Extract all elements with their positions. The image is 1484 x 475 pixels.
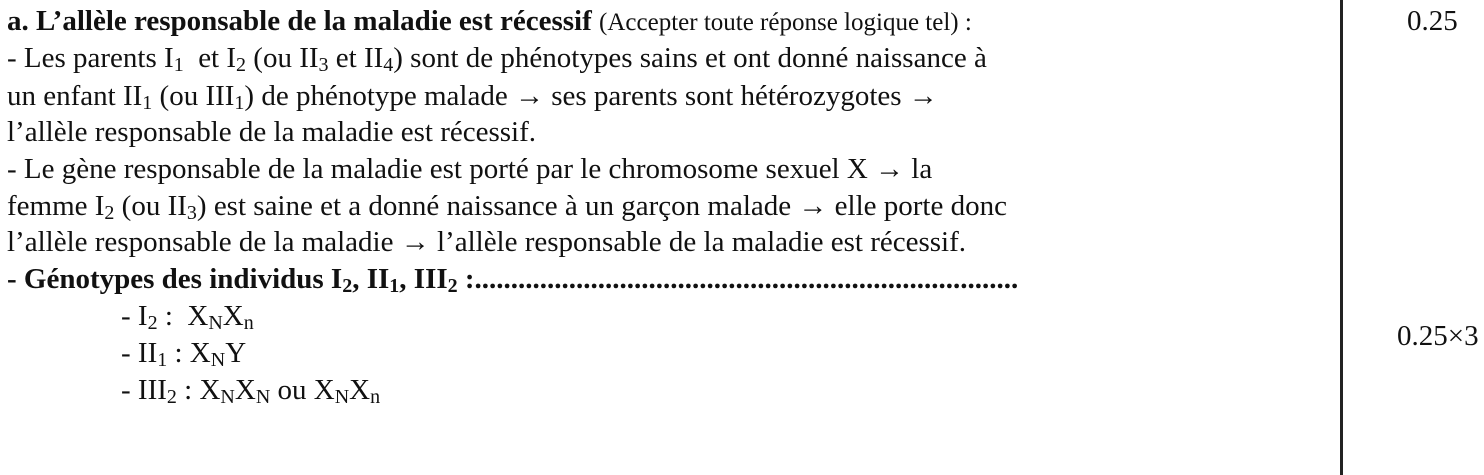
genotype-individual-index: 2 bbox=[166, 386, 177, 408]
argument-1-line-3: l’allèle responsable de la maladie est r… bbox=[7, 116, 537, 148]
genotype-allele-subscript: N bbox=[334, 386, 350, 408]
heading-label: a. bbox=[7, 5, 29, 37]
genotypes-title: - Génotypes des individus I2, II1, III2 … bbox=[7, 263, 1019, 297]
argument-2-line-2: femme I2 (ou II3) est saine et a donné n… bbox=[7, 190, 1007, 224]
genotype-separator: : bbox=[167, 337, 190, 369]
genotype-individual-index: 1 bbox=[157, 349, 168, 371]
genotype-individual: - II bbox=[121, 337, 158, 369]
genotype-allele-subscript: N bbox=[220, 386, 235, 408]
genotype-allele: X bbox=[349, 374, 371, 406]
genotype-allele-subscript: n bbox=[243, 312, 254, 334]
argument-2-line-3: l’allèle responsable de la maladie → l’a… bbox=[7, 226, 966, 258]
genotype-individual-index: 2 bbox=[147, 312, 158, 334]
genotype-item: - II1 : XNY bbox=[121, 336, 246, 370]
heading-title: L’allèle responsable de la maladie est r… bbox=[36, 5, 592, 37]
argument-1-line-1: - Les parents I1 et I2 (ou II3 et II4) s… bbox=[7, 42, 987, 76]
genotype-item: - III2 : XNXN ou XNXn bbox=[121, 373, 380, 407]
answer-key-document: a. L’allèle responsable de la maladie es… bbox=[0, 0, 1484, 475]
genotype-allele-subscript: N bbox=[210, 349, 226, 371]
genotype-allele: X bbox=[313, 374, 335, 406]
genotype-allele: ou bbox=[270, 374, 314, 406]
genotype-separator: : bbox=[176, 374, 200, 406]
genotype-allele: X bbox=[189, 337, 211, 369]
genotype-allele: Y bbox=[225, 337, 247, 369]
column-divider bbox=[1340, 0, 1343, 475]
argument-2-line-1: - Le gène responsable de la maladie est … bbox=[7, 153, 933, 185]
genotype-allele-subscript: n bbox=[370, 386, 381, 408]
argument-1-line-2: un enfant II1 (ou III1) de phénotype mal… bbox=[7, 80, 938, 114]
genotype-allele: X bbox=[199, 374, 221, 406]
heading-line: a. L’allèle responsable de la maladie es… bbox=[7, 4, 972, 40]
genotype-allele: X bbox=[222, 300, 244, 332]
genotype-allele: X bbox=[187, 300, 209, 332]
score-genotypes: 0.25×3 bbox=[1397, 320, 1479, 352]
genotype-allele-subscript: N bbox=[255, 386, 271, 408]
heading-note: (Accepter toute réponse logique tel) : bbox=[599, 9, 972, 36]
genotype-item: - I2 : XNXn bbox=[121, 299, 254, 333]
genotype-separator: : bbox=[157, 300, 188, 332]
genotype-individual: - I bbox=[121, 300, 148, 332]
genotype-allele-subscript: N bbox=[208, 312, 223, 334]
score-part-a: 0.25 bbox=[1407, 5, 1458, 37]
genotype-allele: X bbox=[234, 374, 256, 406]
genotype-individual: - III bbox=[121, 374, 167, 406]
